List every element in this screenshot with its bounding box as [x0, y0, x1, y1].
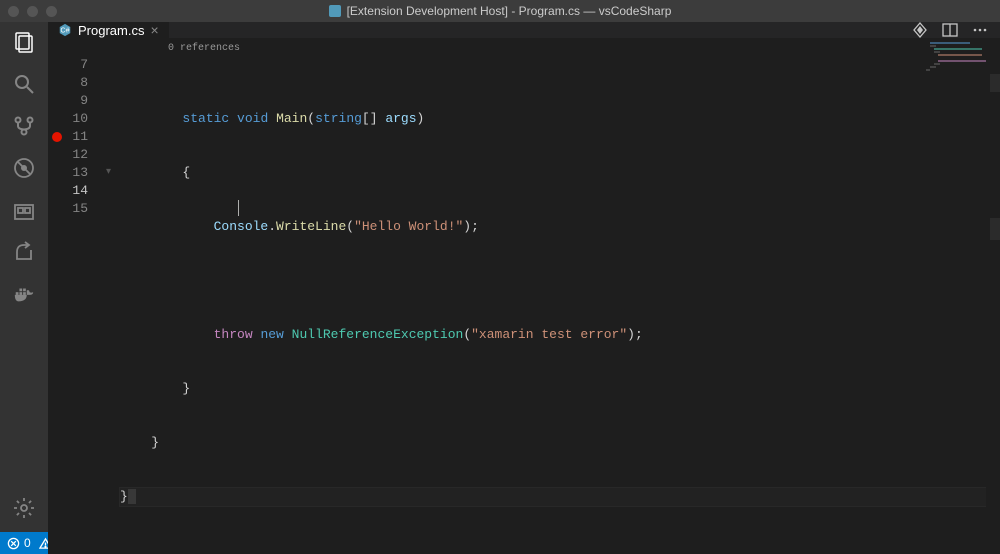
tab-program-cs[interactable]: C# Program.cs ×	[48, 22, 170, 38]
main-area: C# Program.cs × 7 8 9 10	[0, 22, 1000, 532]
line-numbers: 7 8 9 10 11 12 13 14 15	[66, 38, 106, 554]
code-line: }	[120, 488, 1000, 506]
editor-group: C# Program.cs × 7 8 9 10	[48, 22, 1000, 532]
line-number: 15	[66, 200, 88, 218]
svg-text:C#: C#	[61, 28, 70, 35]
code-editor[interactable]: 7 8 9 10 11 12 13 14 15 ▾ 0 references	[48, 38, 1000, 554]
more-actions-icon[interactable]	[972, 22, 988, 38]
line-number: 12	[66, 146, 88, 164]
debug-icon[interactable]	[12, 156, 36, 180]
split-editor-icon[interactable]	[942, 22, 958, 38]
window-title: [Extension Development Host] - Program.c…	[329, 4, 672, 18]
maximize-window-button[interactable]	[46, 6, 57, 17]
line-number: 7	[66, 56, 88, 74]
line-number: 10	[66, 110, 88, 128]
breakpoint-marker[interactable]	[52, 132, 62, 142]
code-line: {	[120, 164, 1000, 182]
line-number: 9	[66, 92, 88, 110]
code-line	[120, 542, 1000, 554]
activity-bar	[0, 22, 48, 532]
window-title-text: [Extension Development Host] - Program.c…	[347, 4, 672, 18]
fold-marker-icon[interactable]: ▾	[106, 164, 120, 182]
text-cursor-icon	[238, 200, 239, 216]
minimize-window-button[interactable]	[27, 6, 38, 17]
code-line: throw new NullReferenceException("xamari…	[120, 326, 1000, 344]
error-icon	[7, 537, 20, 550]
titlebar: [Extension Development Host] - Program.c…	[0, 0, 1000, 22]
compare-icon[interactable]	[912, 22, 928, 38]
line-number: 8	[66, 74, 88, 92]
line-number: 13	[66, 164, 88, 182]
editor-actions	[912, 22, 1000, 38]
code-line: Console.WriteLine("Hello World!");	[120, 218, 1000, 236]
window: [Extension Development Host] - Program.c…	[0, 0, 1000, 554]
fold-column[interactable]: ▾	[106, 38, 120, 554]
line-number: 11	[66, 128, 88, 146]
code-line: }	[120, 434, 1000, 452]
file-type-icon	[329, 5, 341, 17]
code-line: static void Main(string[] args)	[120, 110, 1000, 128]
tab-close-icon[interactable]: ×	[150, 22, 158, 38]
scroll-thumb[interactable]	[990, 74, 1000, 92]
code-line	[120, 272, 1000, 290]
docker-icon[interactable]	[12, 282, 36, 306]
editor-tabs: C# Program.cs ×	[48, 22, 1000, 38]
traffic-lights	[8, 6, 57, 17]
glyph-margin[interactable]	[48, 38, 66, 554]
tab-label: Program.cs	[78, 23, 144, 38]
settings-gear-icon[interactable]	[12, 496, 36, 520]
line-number: 14	[66, 182, 88, 200]
share-icon[interactable]	[12, 240, 36, 264]
codelens[interactable]: 0 references	[168, 40, 240, 58]
extensions-icon[interactable]	[12, 198, 36, 222]
code-line: }	[120, 380, 1000, 398]
code-content[interactable]: 0 references static void Main(string[] a…	[120, 38, 1000, 554]
explorer-icon[interactable]	[12, 30, 36, 54]
search-icon[interactable]	[12, 72, 36, 96]
scroll-thumb[interactable]	[990, 218, 1000, 240]
close-window-button[interactable]	[8, 6, 19, 17]
csharp-file-icon: C#	[58, 23, 72, 37]
source-control-icon[interactable]	[12, 114, 36, 138]
vertical-scrollbar[interactable]	[986, 38, 1000, 554]
